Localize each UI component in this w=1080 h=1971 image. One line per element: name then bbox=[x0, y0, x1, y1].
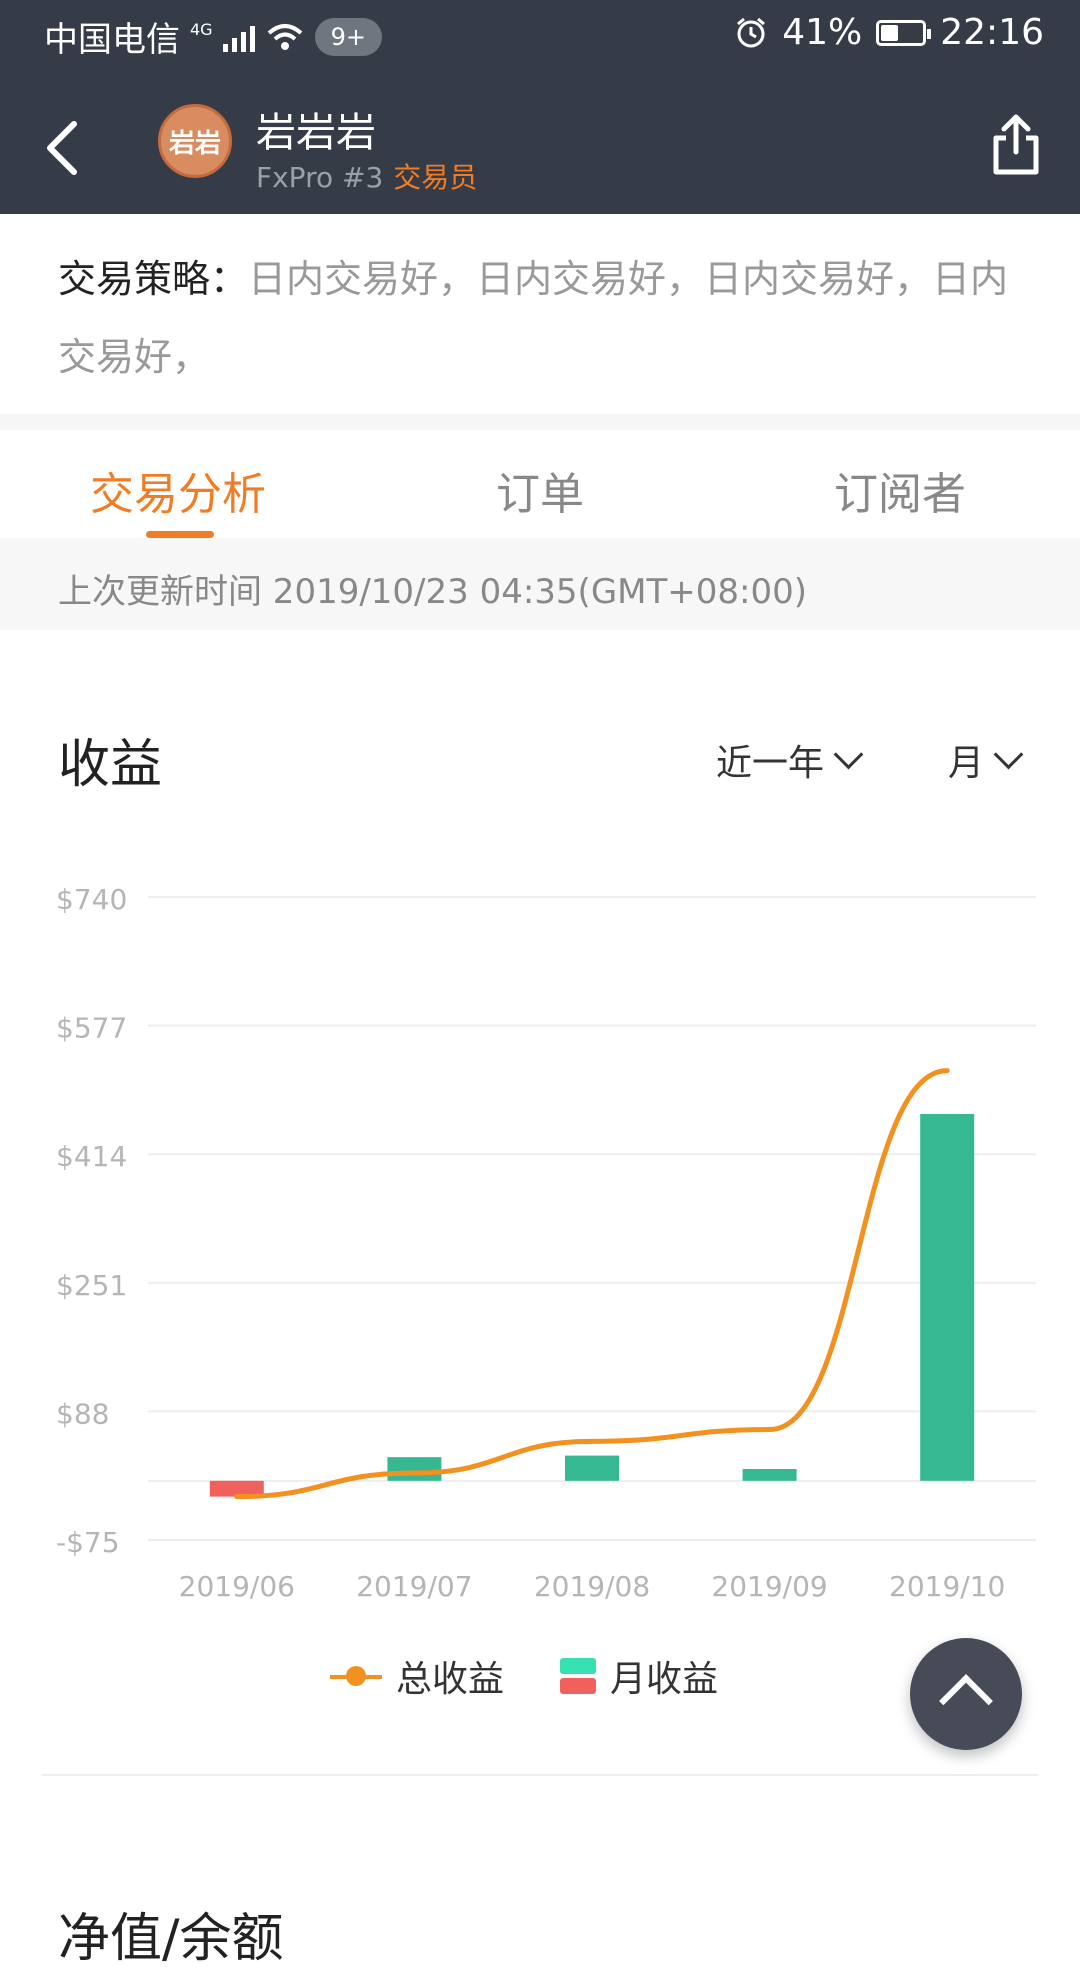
earnings-chart: $740 $577 $414 $251 $88 -$75 2019/06 2019/07 201… bbox=[0, 860, 1080, 1620]
account-label: FxPro #3 bbox=[256, 161, 384, 194]
tab-active-indicator bbox=[146, 531, 214, 538]
clock: 22:16 bbox=[940, 12, 1044, 53]
notification-badge: 9+ bbox=[314, 17, 382, 56]
legend-bar-marker bbox=[560, 1658, 597, 1694]
x-tick-label: 2019/09 bbox=[711, 1570, 827, 1603]
x-tick-label: 2019/08 bbox=[534, 1570, 650, 1603]
wifi-icon bbox=[267, 23, 302, 50]
y-tick-label: -$75 bbox=[56, 1526, 120, 1559]
last-updated-text: 上次更新时间 2019/10/23 04:35(GMT+08:00) bbox=[58, 572, 808, 612]
status-bar: 中国电信 4G 9+ 41% 22:16 bbox=[0, 0, 1080, 72]
trader-subtitle: FxPro #3 交易员 bbox=[256, 156, 477, 196]
monthly-earnings-bar bbox=[920, 1113, 975, 1481]
chart-legend: 总收益 月收益 bbox=[330, 1650, 718, 1702]
legend-monthly-earnings[interactable]: 月收益 bbox=[560, 1650, 718, 1702]
legend-total-earnings[interactable]: 总收益 bbox=[330, 1650, 504, 1702]
alarm-icon bbox=[737, 17, 766, 47]
chevron-up-icon bbox=[939, 1674, 993, 1728]
range-dropdown[interactable]: 近一年 bbox=[716, 734, 864, 786]
trader-name: 岩岩岩 bbox=[256, 110, 376, 156]
share-icon[interactable] bbox=[988, 112, 1044, 178]
chevron-down-icon bbox=[993, 739, 1024, 769]
y-tick-label: $251 bbox=[56, 1269, 127, 1302]
battery-icon bbox=[876, 19, 932, 46]
chevron-down-icon bbox=[833, 739, 864, 769]
back-icon[interactable] bbox=[30, 104, 94, 188]
monthly-earnings-bar bbox=[387, 1457, 442, 1481]
role-label: 交易员 bbox=[393, 161, 478, 194]
section-divider bbox=[0, 414, 1080, 430]
trader-header: 岩岩 岩岩岩 FxPro #3 交易员 bbox=[0, 72, 1080, 214]
monthly-earnings-bar bbox=[565, 1455, 619, 1481]
tab-trade-analysis[interactable]: 交易分析 bbox=[90, 458, 266, 522]
legend-line-marker bbox=[330, 1666, 382, 1686]
x-tick-label: 2019/06 bbox=[179, 1570, 295, 1603]
legend-monthly-label: 月收益 bbox=[610, 1659, 719, 1700]
range-dropdown-label: 近一年 bbox=[716, 743, 825, 784]
tab-orders[interactable]: 订单 bbox=[496, 458, 584, 522]
period-dropdown-label: 月 bbox=[948, 743, 985, 784]
y-tick-label: $88 bbox=[56, 1397, 109, 1430]
scroll-to-top-button[interactable] bbox=[910, 1638, 1022, 1750]
x-tick-label: 2019/10 bbox=[889, 1570, 1005, 1603]
battery-percent: 41% bbox=[782, 12, 863, 53]
earnings-chart-svg: $740 $577 $414 $251 $88 -$75 2019/06 2019/07 201… bbox=[56, 883, 1036, 1603]
carrier-label: 中国电信 bbox=[44, 20, 180, 60]
network-label: 4G bbox=[190, 20, 213, 39]
status-right: 41% 22:16 bbox=[734, 12, 1044, 53]
earnings-title: 收益 bbox=[58, 735, 163, 795]
section-divider-line bbox=[42, 1774, 1038, 1776]
signal-icon bbox=[222, 22, 255, 52]
status-left: 中国电信 4G 9+ bbox=[44, 12, 382, 61]
battery-fill bbox=[881, 24, 898, 41]
y-tick-label: $414 bbox=[56, 1140, 127, 1173]
equity-balance-title: 净值/余额 bbox=[58, 1909, 284, 1969]
y-tick-label: $740 bbox=[56, 883, 127, 916]
avatar[interactable]: 岩岩 bbox=[158, 104, 232, 178]
x-tick-label: 2019/07 bbox=[356, 1570, 472, 1603]
update-bar: 上次更新时间 2019/10/23 04:35(GMT+08:00) bbox=[0, 538, 1080, 630]
period-dropdown[interactable]: 月 bbox=[948, 734, 1024, 786]
strategy-label: 交易策略： bbox=[58, 257, 249, 301]
y-tick-label: $577 bbox=[56, 1012, 127, 1045]
monthly-earnings-bar bbox=[742, 1468, 797, 1481]
strategy-text: 交易策略：日内交易好，日内交易好，日内交易好，日内交易好， bbox=[58, 240, 1028, 396]
tab-bar: 交易分析 订单 订阅者 bbox=[0, 430, 1080, 538]
legend-total-label: 总收益 bbox=[396, 1659, 505, 1700]
tab-subscribers[interactable]: 订阅者 bbox=[834, 458, 966, 522]
